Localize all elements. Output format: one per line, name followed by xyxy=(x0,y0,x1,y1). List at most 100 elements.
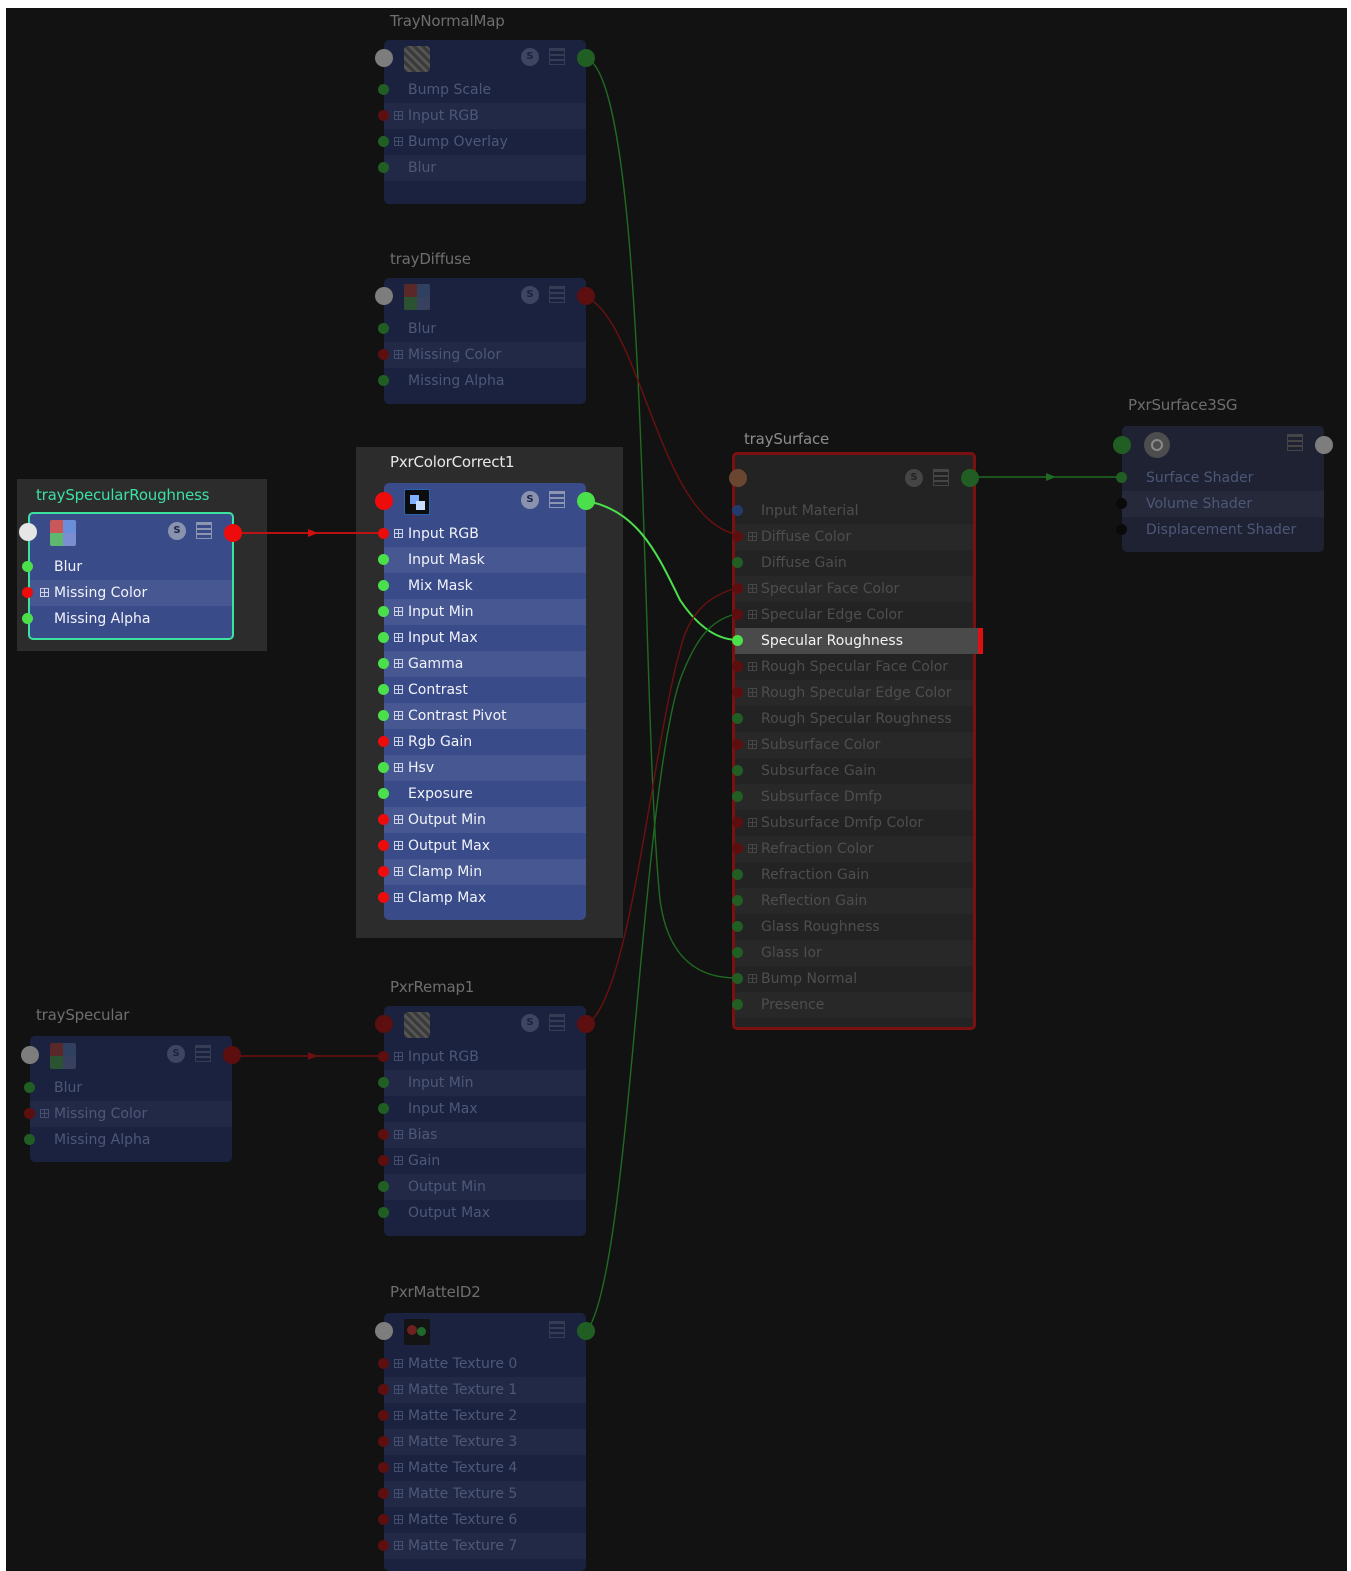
output-port[interactable] xyxy=(961,469,979,487)
input-port[interactable] xyxy=(378,1384,389,1395)
attribute-menu-icon[interactable] xyxy=(549,48,565,65)
attr-row[interactable]: Input RGB xyxy=(378,521,586,547)
attribute-menu-icon[interactable] xyxy=(549,286,565,303)
input-port[interactable] xyxy=(732,817,743,828)
input-port[interactable] xyxy=(378,892,389,903)
attr-row[interactable]: Output Min xyxy=(378,807,586,833)
input-port[interactable] xyxy=(378,1155,389,1166)
attr-row[interactable]: Volume Shader xyxy=(1116,491,1324,517)
expand-icon[interactable] xyxy=(394,1385,403,1394)
attr-row[interactable]: Glass Ior xyxy=(732,940,973,966)
input-port[interactable] xyxy=(378,1514,389,1525)
expand-icon[interactable] xyxy=(748,610,757,619)
output-port[interactable] xyxy=(1315,436,1333,454)
expand-icon[interactable] xyxy=(748,818,757,827)
input-port[interactable] xyxy=(22,587,33,598)
input-port[interactable] xyxy=(378,1410,389,1421)
input-port[interactable] xyxy=(732,609,743,620)
attribute-menu-icon[interactable] xyxy=(549,491,565,508)
output-port[interactable] xyxy=(577,1015,595,1033)
input-port[interactable] xyxy=(732,791,743,802)
expand-icon[interactable] xyxy=(748,974,757,983)
attr-row[interactable]: Refraction Gain xyxy=(732,862,973,888)
attr-row[interactable]: Diffuse Gain xyxy=(732,550,973,576)
attr-row[interactable]: Subsurface Gain xyxy=(732,758,973,784)
input-port[interactable] xyxy=(378,866,389,877)
attr-row[interactable]: Missing Alpha xyxy=(22,606,232,632)
attr-row[interactable]: Hsv xyxy=(378,755,586,781)
attr-row[interactable]: Subsurface Dmfp xyxy=(732,784,973,810)
input-port[interactable] xyxy=(378,136,389,147)
attr-row[interactable]: Missing Color xyxy=(22,580,232,606)
input-port[interactable] xyxy=(378,554,389,565)
input-port[interactable] xyxy=(22,613,33,624)
input-port[interactable] xyxy=(378,762,389,773)
attr-row[interactable]: Glass Roughness xyxy=(732,914,973,940)
input-port[interactable] xyxy=(378,162,389,173)
attr-row[interactable]: Input Max xyxy=(378,625,586,651)
attr-row-highlighted[interactable]: Specular Roughness xyxy=(732,628,983,654)
expand-icon[interactable] xyxy=(748,532,757,541)
node-editor-canvas[interactable] xyxy=(6,8,1347,1571)
input-port[interactable] xyxy=(378,632,389,643)
attr-row[interactable]: Input Min xyxy=(378,1070,586,1096)
attr-row[interactable]: Reflection Gain xyxy=(732,888,973,914)
attr-row[interactable]: Subsurface Color xyxy=(732,732,973,758)
input-port[interactable] xyxy=(378,323,389,334)
expand-icon[interactable] xyxy=(40,1109,49,1118)
input-port[interactable] xyxy=(378,710,389,721)
attr-row[interactable]: Missing Alpha xyxy=(378,368,586,394)
expand-icon[interactable] xyxy=(394,685,403,694)
input-port[interactable] xyxy=(375,1015,393,1033)
expand-icon[interactable] xyxy=(748,740,757,749)
attr-row[interactable]: Blur xyxy=(378,155,586,181)
attr-row[interactable]: Matte Texture 6 xyxy=(378,1507,586,1533)
input-port[interactable] xyxy=(732,531,743,542)
input-port[interactable] xyxy=(378,814,389,825)
input-port[interactable] xyxy=(378,375,389,386)
attribute-menu-icon[interactable] xyxy=(195,1045,211,1062)
output-port[interactable] xyxy=(577,1322,595,1340)
expand-icon[interactable] xyxy=(394,1052,403,1061)
input-port[interactable] xyxy=(1116,524,1127,535)
attr-row[interactable]: Matte Texture 1 xyxy=(378,1377,586,1403)
input-port[interactable] xyxy=(375,287,393,305)
attr-row[interactable]: Matte Texture 5 xyxy=(378,1481,586,1507)
expand-icon[interactable] xyxy=(394,607,403,616)
input-port[interactable] xyxy=(378,736,389,747)
attr-row[interactable]: Presence xyxy=(732,992,973,1018)
expand-icon[interactable] xyxy=(394,737,403,746)
expand-icon[interactable] xyxy=(748,584,757,593)
attr-row[interactable]: Exposure xyxy=(378,781,586,807)
attr-row[interactable]: Input Mask xyxy=(378,547,586,573)
input-port[interactable] xyxy=(732,947,743,958)
expand-icon[interactable] xyxy=(394,1437,403,1446)
input-port[interactable] xyxy=(732,895,743,906)
attr-row[interactable]: Matte Texture 0 xyxy=(378,1351,586,1377)
attribute-menu-icon[interactable] xyxy=(196,522,212,539)
input-port[interactable] xyxy=(378,84,389,95)
swatch-toggle-button[interactable]: S xyxy=(521,286,539,304)
input-port[interactable] xyxy=(378,658,389,669)
attr-row[interactable]: Specular Face Color xyxy=(732,576,973,602)
input-port[interactable] xyxy=(732,999,743,1010)
output-port[interactable] xyxy=(223,1046,241,1064)
expand-icon[interactable] xyxy=(394,1489,403,1498)
attr-row[interactable]: Missing Color xyxy=(24,1101,232,1127)
attr-row[interactable]: Contrast xyxy=(378,677,586,703)
expand-icon[interactable] xyxy=(394,111,403,120)
attr-row[interactable]: Rgb Gain xyxy=(378,729,586,755)
attr-row[interactable]: Matte Texture 4 xyxy=(378,1455,586,1481)
expand-icon[interactable] xyxy=(748,844,757,853)
input-port[interactable] xyxy=(732,765,743,776)
swatch-toggle-button[interactable]: S xyxy=(167,1045,185,1063)
attr-row[interactable]: Blur xyxy=(24,1075,232,1101)
attr-row[interactable]: Bias xyxy=(378,1122,586,1148)
expand-icon[interactable] xyxy=(394,1156,403,1165)
attr-row[interactable]: Gain xyxy=(378,1148,586,1174)
attr-row[interactable]: Input Max xyxy=(378,1096,586,1122)
input-port[interactable] xyxy=(378,1358,389,1369)
expand-icon[interactable] xyxy=(394,1130,403,1139)
input-port[interactable] xyxy=(732,583,743,594)
input-port[interactable] xyxy=(24,1108,35,1119)
